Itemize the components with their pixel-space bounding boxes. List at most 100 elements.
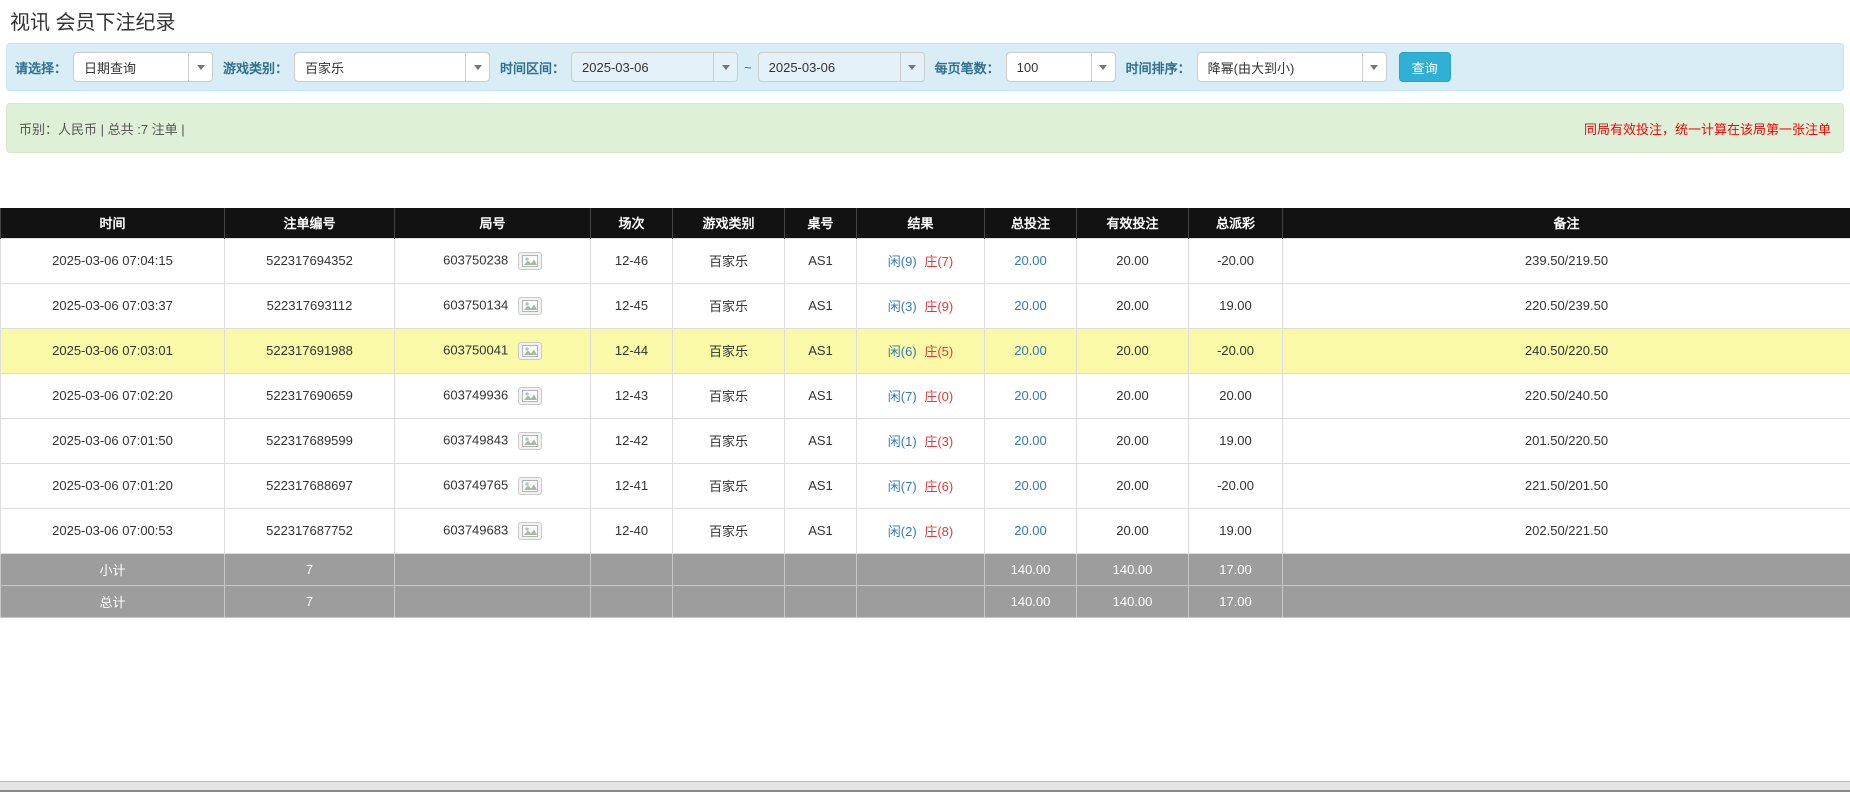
table-row[interactable]: 2025-03-06 07:03:01 522317691988 6037500… — [1, 328, 1850, 373]
valid-bet-cell: 20.00 — [1077, 508, 1189, 553]
total-payout: 17.00 — [1189, 585, 1283, 617]
column-header: 时间 — [1, 208, 225, 238]
table-no-cell: AS1 — [785, 418, 857, 463]
result-cell: 闲(2) 庄(8) — [857, 508, 985, 553]
total-bet-link[interactable]: 20.00 — [1014, 478, 1047, 493]
empty-cell — [785, 553, 857, 585]
result-player: 闲(7) — [888, 479, 917, 494]
round-no-value: 603749683 — [443, 522, 508, 537]
time-sort-label: 时间排序： — [1126, 58, 1191, 77]
total-bet-cell: 20.00 — [985, 418, 1077, 463]
result-banker: 庄(7) — [924, 254, 953, 269]
total-bet-link[interactable]: 20.00 — [1014, 523, 1047, 538]
table-row[interactable]: 2025-03-06 07:03:37 522317693112 6037501… — [1, 283, 1850, 328]
page-size-dropdown[interactable]: 100 — [1006, 52, 1116, 82]
game-type-cell: 百家乐 — [673, 373, 785, 418]
video-preview-icon[interactable] — [518, 477, 542, 495]
empty-cell — [673, 585, 785, 617]
time-sort-dropdown[interactable]: 降幂(由大到小) — [1197, 52, 1387, 82]
table-row[interactable]: 2025-03-06 07:01:50 522317689599 6037498… — [1, 418, 1850, 463]
select-mode-label: 请选择： — [15, 58, 67, 77]
round-no-value: 603749765 — [443, 477, 508, 492]
date-to-picker[interactable]: 2025-03-06 — [758, 52, 925, 82]
game-type-cell: 百家乐 — [673, 508, 785, 553]
total-bet-link[interactable]: 20.00 — [1014, 253, 1047, 268]
game-type-value: 百家乐 — [295, 53, 465, 81]
column-header: 总投注 — [985, 208, 1077, 238]
session-cell: 12-43 — [591, 373, 673, 418]
date-range-label: 时间区间： — [500, 58, 565, 77]
table-header-row: 时间注单编号局号场次游戏类别桌号结果总投注有效投注总派彩备注 — [1, 208, 1850, 238]
session-cell: 12-42 — [591, 418, 673, 463]
chevron-down-icon[interactable] — [713, 53, 737, 81]
round-no-value: 603750041 — [443, 342, 508, 357]
session-cell: 12-44 — [591, 328, 673, 373]
table-row[interactable]: 2025-03-06 07:00:53 522317687752 6037496… — [1, 508, 1850, 553]
video-preview-icon[interactable] — [518, 432, 542, 450]
subtotal-payout: 17.00 — [1189, 553, 1283, 585]
game-type-cell: 百家乐 — [673, 463, 785, 508]
total-bet-link[interactable]: 20.00 — [1014, 388, 1047, 403]
total-bet-link[interactable]: 20.00 — [1014, 343, 1047, 358]
video-preview-icon[interactable] — [518, 297, 542, 315]
bet-id-cell: 522317687752 — [225, 508, 395, 553]
total-bet-link[interactable]: 20.00 — [1014, 298, 1047, 313]
time-cell: 2025-03-06 07:02:20 — [1, 373, 225, 418]
column-header: 桌号 — [785, 208, 857, 238]
total-count: 7 — [225, 585, 395, 617]
time-cell: 2025-03-06 07:03:01 — [1, 328, 225, 373]
page-size-label: 每页笔数： — [935, 58, 1000, 77]
result-cell: 闲(3) 庄(9) — [857, 283, 985, 328]
total-label: 总计 — [1, 585, 225, 617]
table-no-cell: AS1 — [785, 328, 857, 373]
session-cell: 12-46 — [591, 238, 673, 283]
chevron-down-icon[interactable] — [900, 53, 924, 81]
video-preview-icon[interactable] — [518, 252, 542, 270]
table-row[interactable]: 2025-03-06 07:04:15 522317694352 6037502… — [1, 238, 1850, 283]
search-button[interactable]: 查询 — [1399, 52, 1451, 82]
total-bet-cell: 20.00 — [985, 463, 1077, 508]
chevron-down-icon[interactable] — [465, 53, 489, 81]
chevron-down-icon[interactable] — [1091, 53, 1115, 81]
result-player: 闲(6) — [888, 344, 917, 359]
empty-cell — [857, 553, 985, 585]
valid-bet-cell: 20.00 — [1077, 463, 1189, 508]
game-type-dropdown[interactable]: 百家乐 — [294, 52, 490, 82]
note-cell: 220.50/240.50 — [1283, 373, 1850, 418]
subtotal-valid-bet: 140.00 — [1077, 553, 1189, 585]
round-no-cell: 603749765 — [395, 463, 591, 508]
video-preview-icon[interactable] — [518, 387, 542, 405]
valid-bet-cell: 20.00 — [1077, 418, 1189, 463]
note-cell: 239.50/219.50 — [1283, 238, 1850, 283]
bet-id-cell: 522317693112 — [225, 283, 395, 328]
result-banker: 庄(9) — [924, 299, 953, 314]
column-header: 注单编号 — [225, 208, 395, 238]
note-cell: 201.50/220.50 — [1283, 418, 1850, 463]
table-row[interactable]: 2025-03-06 07:02:20 522317690659 6037499… — [1, 373, 1850, 418]
bottom-scrollbar-strip[interactable] — [0, 781, 1850, 792]
time-cell: 2025-03-06 07:01:20 — [1, 463, 225, 508]
column-header: 有效投注 — [1077, 208, 1189, 238]
summary-bar: 币别：人民币 | 总共 :7 注单 | 同局有效投注，统一计算在该局第一张注单 — [6, 103, 1844, 153]
video-preview-icon[interactable] — [518, 342, 542, 360]
game-type-cell: 百家乐 — [673, 283, 785, 328]
date-from-picker[interactable]: 2025-03-06 — [571, 52, 738, 82]
note-cell: 202.50/221.50 — [1283, 508, 1850, 553]
result-player: 闲(7) — [888, 389, 917, 404]
table-row[interactable]: 2025-03-06 07:01:20 522317688697 6037497… — [1, 463, 1850, 508]
table-no-cell: AS1 — [785, 463, 857, 508]
select-mode-dropdown[interactable]: 日期查询 — [73, 52, 213, 82]
payout-cell: 19.00 — [1189, 283, 1283, 328]
result-player: 闲(1) — [888, 434, 917, 449]
chevron-down-icon[interactable] — [188, 53, 212, 81]
total-bet-cell: 20.00 — [985, 283, 1077, 328]
valid-bet-cell: 20.00 — [1077, 238, 1189, 283]
round-no-cell: 603750238 — [395, 238, 591, 283]
rule-note-text: 同局有效投注，统一计算在该局第一张注单 — [1584, 119, 1831, 138]
total-bet-link[interactable]: 20.00 — [1014, 433, 1047, 448]
chevron-down-icon[interactable] — [1362, 53, 1386, 81]
column-header: 场次 — [591, 208, 673, 238]
round-no-cell: 603750041 — [395, 328, 591, 373]
video-preview-icon[interactable] — [518, 522, 542, 540]
session-cell: 12-45 — [591, 283, 673, 328]
